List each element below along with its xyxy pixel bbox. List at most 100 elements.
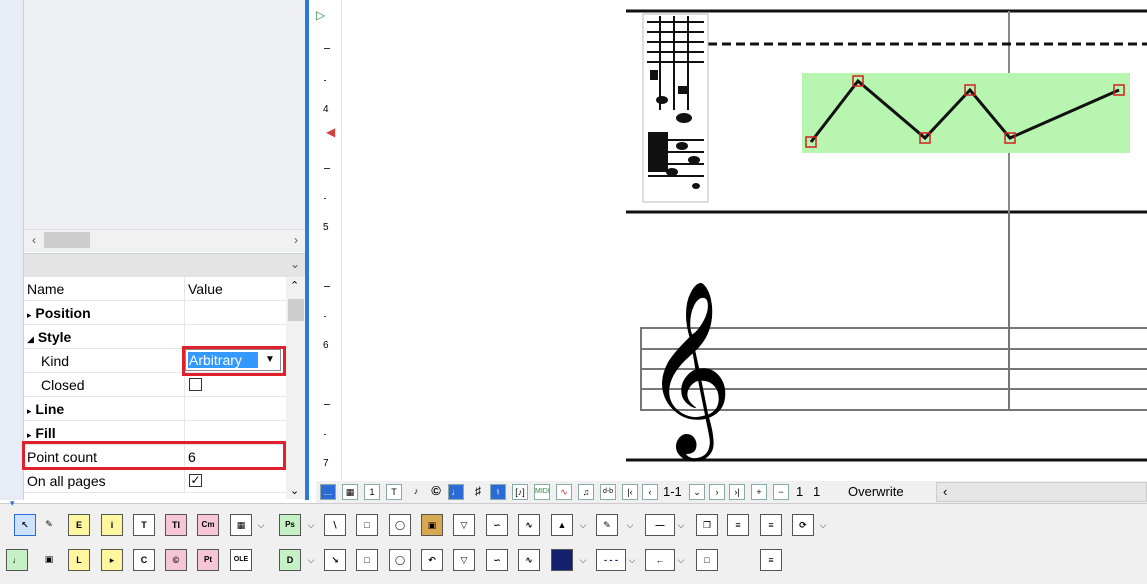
polygon-tool-button[interactable]: ▽ xyxy=(453,514,475,536)
text-tool-button[interactable]: T xyxy=(133,514,155,536)
curve2-tool-button[interactable]: ∽ xyxy=(486,549,508,571)
on-all-pages-checkbox[interactable]: ✓ xyxy=(189,474,202,487)
dropdown-arrow-icon[interactable]: ⌵ xyxy=(676,549,686,571)
dash-style-button[interactable]: - - - xyxy=(596,549,626,571)
arrange-tool-button[interactable]: ❐ xyxy=(696,514,718,536)
sharp-icon[interactable]: ♯ xyxy=(470,484,486,500)
polygon2-tool-button[interactable]: ▽ xyxy=(453,549,475,571)
midi-icon[interactable]: MIDI xyxy=(534,484,550,500)
key-icon[interactable]: ♮ xyxy=(490,484,506,500)
fill-color-button[interactable] xyxy=(551,549,573,571)
scroll-up-icon[interactable]: ⌃ xyxy=(290,279,299,292)
line-tool-button[interactable]: ∖ xyxy=(324,514,346,536)
image-tool-button[interactable]: ▣ xyxy=(421,514,443,536)
dropdown-arrow-icon[interactable]: ⌵ xyxy=(256,514,266,536)
polyline-tool-button[interactable]: ∿ xyxy=(518,514,540,536)
remove-page-icon[interactable]: − xyxy=(773,484,789,500)
arc-tool-button[interactable]: ↶ xyxy=(421,549,443,571)
scroll-thumb[interactable] xyxy=(44,232,90,248)
score-canvas[interactable]: 𝄞 xyxy=(342,0,1147,480)
closed-checkbox[interactable] xyxy=(189,378,202,391)
dropdown-arrow-icon[interactable]: ⌵ xyxy=(578,549,588,571)
one-view-icon[interactable]: 1 xyxy=(364,484,380,500)
prev-page-icon[interactable]: ‹ xyxy=(642,484,658,500)
pen-color-tool-button[interactable]: ✎ xyxy=(596,514,618,536)
title-tool-button[interactable]: TI xyxy=(165,514,187,536)
collapse-arrow-icon[interactable]: ◢ xyxy=(27,334,34,344)
view-mode-icon[interactable]: … xyxy=(320,484,336,500)
dropdown-arrow-icon[interactable]: ⌵ xyxy=(676,514,686,536)
rect2-tool-button[interactable]: □ xyxy=(356,549,378,571)
scroll-right-icon[interactable]: › xyxy=(288,232,304,248)
pencil-tool-button[interactable]: ✎ xyxy=(38,514,60,536)
dynamics-icon[interactable]: ♫ xyxy=(578,484,594,500)
select-tool-button[interactable]: ↖ xyxy=(14,514,36,536)
copyright-icon[interactable]: © xyxy=(428,484,444,500)
Pt-tool-button[interactable]: Pt xyxy=(197,549,219,571)
scroll-thumb[interactable] xyxy=(288,299,304,321)
rect-tool-button[interactable]: □ xyxy=(356,514,378,536)
note-input-icon[interactable]: ♩ xyxy=(448,484,464,500)
align-left-button[interactable]: ≡ xyxy=(727,514,749,536)
bracket-icon[interactable]: [♪] xyxy=(512,484,528,500)
panel-splitter[interactable] xyxy=(305,0,309,500)
K-tool-button[interactable]: ▸ xyxy=(101,549,123,571)
stamp-tool-button[interactable]: ▣ xyxy=(38,549,60,571)
align-center-button[interactable]: ≡ xyxy=(760,549,782,571)
arrow-style-button[interactable]: ← xyxy=(645,549,675,571)
dropdown-arrow-icon[interactable]: ⌵ xyxy=(625,514,635,536)
wave-icon[interactable]: ∿ xyxy=(556,484,572,500)
ps-tool-button[interactable]: Ps xyxy=(279,514,301,536)
text-view-icon[interactable]: T xyxy=(386,484,402,500)
dropdown-arrow-icon[interactable]: ⌵ xyxy=(306,549,316,571)
expand-arrow-icon[interactable]: ▸ xyxy=(27,310,32,320)
line-style-button[interactable]: — xyxy=(645,514,675,536)
property-row-line[interactable]: ▸ Line xyxy=(24,397,286,421)
L-tool-button[interactable]: L xyxy=(68,549,90,571)
polyline2-tool-button[interactable]: ∿ xyxy=(518,549,540,571)
arrow-line-tool-button[interactable]: ↘ xyxy=(324,549,346,571)
next-page-icon[interactable]: › xyxy=(709,484,725,500)
panel-collapse-icon[interactable]: ▾ xyxy=(10,498,15,509)
grid-tool-button[interactable]: ▦ xyxy=(230,514,252,536)
property-row-closed[interactable]: Closed xyxy=(24,373,286,397)
expand-arrow-icon[interactable]: ▸ xyxy=(27,430,32,440)
dropdown-arrow-icon[interactable]: ⌵ xyxy=(578,514,588,536)
horizontal-scrollbar[interactable]: ‹ › xyxy=(24,229,306,249)
page-tool-button[interactable]: □ xyxy=(696,549,718,571)
first-page-icon[interactable]: |‹ xyxy=(622,484,638,500)
dropdown-arrow-icon[interactable]: ⌵ xyxy=(818,514,828,536)
fill-bucket-tool-button[interactable]: ▲ xyxy=(551,514,573,536)
C-tool-button[interactable]: C xyxy=(133,549,155,571)
ellipse2-tool-button[interactable]: ◯ xyxy=(389,549,411,571)
scanned-image[interactable] xyxy=(642,13,709,203)
status-horizontal-scrollbar[interactable]: ‹ xyxy=(936,482,1147,502)
align-right-button[interactable]: ≡ xyxy=(760,514,782,536)
copyright-tool-button[interactable]: © xyxy=(165,549,187,571)
last-page-icon[interactable]: ›| xyxy=(729,484,745,500)
scroll-left-icon[interactable]: ‹ xyxy=(26,232,42,248)
E-tool-button[interactable]: E xyxy=(68,514,90,536)
chevron-down-icon[interactable]: ⌄ xyxy=(290,257,300,271)
edit-mode-label[interactable]: Overwrite xyxy=(848,484,904,499)
info-tool-button[interactable]: i xyxy=(101,514,123,536)
note-tool-icon[interactable]: ♪ xyxy=(408,484,424,500)
ellipse-tool-button[interactable]: ◯ xyxy=(389,514,411,536)
note-tool-button[interactable]: ♩ xyxy=(6,549,28,571)
dropdown-arrow-icon[interactable]: ⌵ xyxy=(306,514,316,536)
expand-arrow-icon[interactable]: ▸ xyxy=(27,406,32,416)
curve-tool-button[interactable]: ∽ xyxy=(486,514,508,536)
dropdown-arrow-icon[interactable]: ⌵ xyxy=(627,549,637,571)
scroll-left-icon[interactable]: ‹ xyxy=(943,484,947,499)
add-page-icon[interactable]: + xyxy=(751,484,767,500)
db-icon[interactable]: d-b xyxy=(600,484,616,500)
page-dropdown-icon[interactable]: ⌄ xyxy=(689,484,705,500)
D-tool-button[interactable]: D xyxy=(279,549,301,571)
property-row-on-all-pages[interactable]: On all pages ✓ xyxy=(24,469,286,493)
page-view-icon[interactable]: ▦ xyxy=(342,484,358,500)
rotate-tool-button[interactable]: ⟳ xyxy=(792,514,814,536)
OLE-tool-button[interactable]: OLE xyxy=(230,549,252,571)
composer-tool-button[interactable]: Cm xyxy=(197,514,219,536)
scroll-down-icon[interactable]: ⌄ xyxy=(290,484,299,497)
properties-vertical-scrollbar[interactable]: ⌃ ⌄ xyxy=(286,277,306,499)
